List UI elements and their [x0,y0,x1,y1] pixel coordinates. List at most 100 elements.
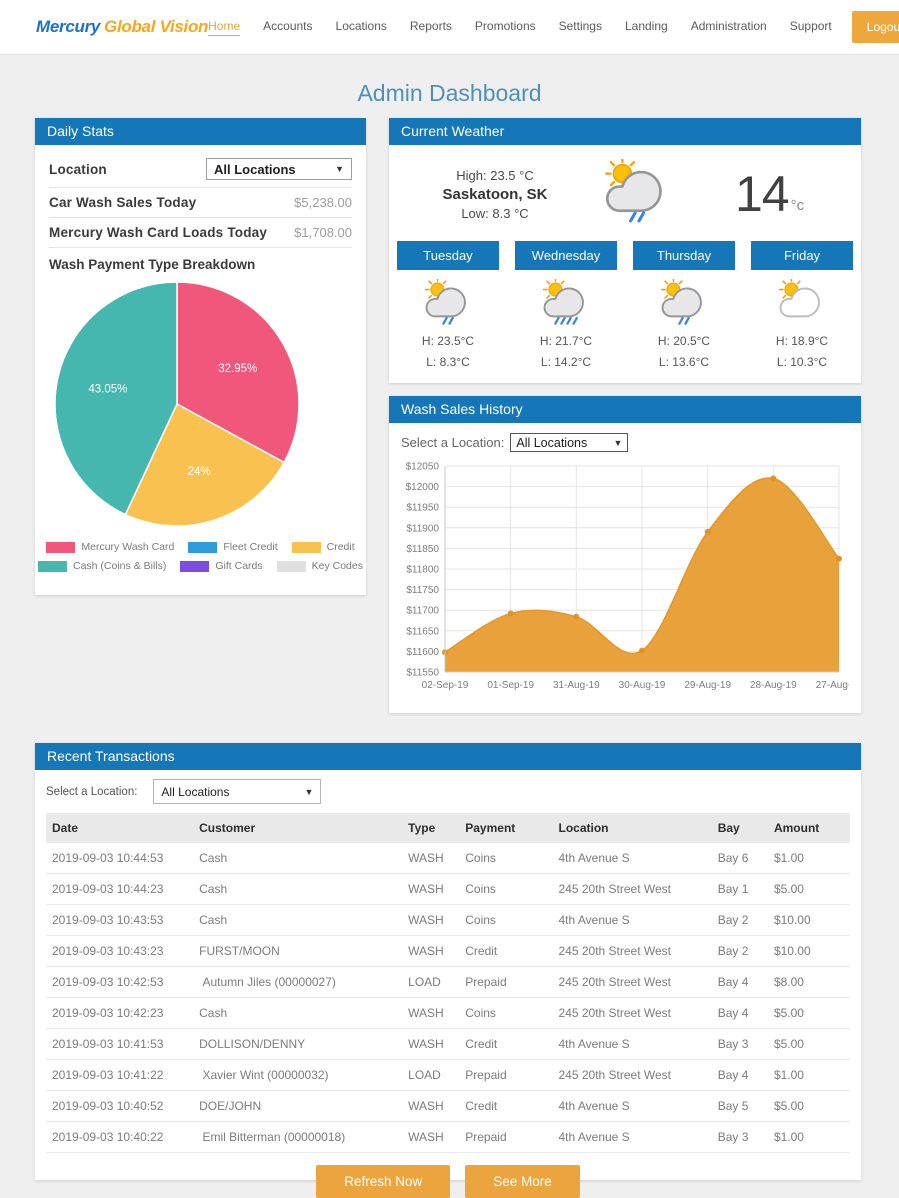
table-cell: 245 20th Street West [553,936,712,967]
table-cell: 2019-09-03 10:44:53 [46,843,193,874]
svg-text:32.95%: 32.95% [218,363,257,375]
current-temperature: 14 °c [735,172,804,216]
legend-item: Gift Cards [180,560,262,572]
forecast-day-column: Wednesday H: 21.7°C L: 14.2°C [507,241,625,373]
daily-stats-location-value: All Locations [214,162,296,177]
transactions-table-body: 2019-09-03 10:44:53CashWASHCoins4th Aven… [46,843,850,1153]
stat-row-car-wash-sales: Car Wash Sales Today $5,238.00 [49,188,352,218]
wash-sales-location-select[interactable]: All Locations ▼ [510,433,628,452]
table-header-row: DateCustomerTypePaymentLocationBayAmount [46,813,850,843]
weather-city: Saskatoon, SK [415,185,575,204]
nav-item-support[interactable]: Support [790,19,832,35]
nav-item-promotions[interactable]: Promotions [475,19,536,35]
daily-stats-location-select[interactable]: All Locations ▼ [206,158,352,180]
svg-text:$12000: $12000 [406,482,440,493]
weather-low: Low: 8.3 °C [415,204,575,223]
table-cell: Credit [459,1029,552,1060]
forecast-high: H: 21.7°C [540,331,592,352]
forecast-weather-icon [422,279,474,331]
table-cell: WASH [402,936,459,967]
current-temp-unit: °c [791,197,805,214]
wash-sales-area-chart: $11550$11600$11650$11700$11750$11800$118… [401,458,849,700]
forecast-row: Tuesday H: 23.5°C L: 8.3°C Wednesday H: … [389,239,861,373]
table-cell: Credit [459,936,552,967]
svg-text:$11750: $11750 [406,585,439,596]
legend-swatch [46,542,75,553]
legend-item: Cash (Coins & Bills) [38,560,166,572]
table-row: 2019-09-03 10:43:53CashWASHCoins4th Aven… [46,905,850,936]
legend-item: Mercury Wash Card [46,541,174,553]
svg-text:$11900: $11900 [406,523,439,534]
dropdown-caret-icon: ▼ [335,164,344,174]
table-cell: Cash [193,905,402,936]
nav-item-reports[interactable]: Reports [410,19,452,35]
legend-item: Key Codes [277,560,363,572]
transactions-location-select[interactable]: All Locations ▼ [153,779,321,804]
forecast-day-column: Friday H: 18.9°C L: 10.3°C [743,241,861,373]
table-cell: $1.00 [768,1122,850,1153]
table-cell: $10.00 [768,905,850,936]
transactions-table: DateCustomerTypePaymentLocationBayAmount… [46,813,850,1153]
table-cell: $10.00 [768,936,850,967]
forecast-low: L: 14.2°C [541,352,591,373]
forecast-day-button[interactable]: Wednesday [515,241,617,270]
dropdown-caret-icon: ▼ [613,438,622,448]
table-cell: Coins [459,998,552,1029]
nav-item-locations[interactable]: Locations [336,19,387,35]
forecast-weather-icon [540,279,592,331]
refresh-now-button[interactable]: Refresh Now [316,1165,450,1198]
forecast-day-button[interactable]: Friday [751,241,853,270]
svg-text:31-Aug-19: 31-Aug-19 [553,680,600,691]
transactions-location-value: All Locations [161,785,229,799]
nav-item-administration[interactable]: Administration [691,19,767,35]
table-cell: 4th Avenue S [553,1091,712,1122]
column-header-payment: Payment [459,813,552,843]
legend-row: Mercury Wash Card Fleet Credit Credit [49,541,352,553]
transactions-select-label: Select a Location: [46,786,137,798]
table-cell: 2019-09-03 10:43:23 [46,936,193,967]
table-cell: FURST/MOON [193,936,402,967]
forecast-high: H: 20.5°C [658,331,710,352]
nav-item-accounts[interactable]: Accounts [263,19,312,35]
table-row: 2019-09-03 10:43:23FURST/MOONWASHCredit2… [46,936,850,967]
daily-stats-panel: Daily Stats Location All Locations ▼ Car… [35,118,366,595]
table-cell: $5.00 [768,1091,850,1122]
table-row: 2019-09-03 10:41:22 Xavier Wint (0000003… [46,1060,850,1091]
table-cell: WASH [402,1091,459,1122]
svg-text:30-Aug-19: 30-Aug-19 [619,680,666,691]
legend-label: Mercury Wash Card [81,541,174,553]
forecast-day-button[interactable]: Tuesday [397,241,499,270]
nav-item-home[interactable]: Home [208,19,240,36]
forecast-high: H: 18.9°C [776,331,828,352]
app-logo[interactable]: MercuryGlobal Vision [36,17,208,37]
svg-text:$11850: $11850 [406,544,439,555]
table-cell: 245 20th Street West [553,1060,712,1091]
legend-label: Credit [327,541,355,553]
table-cell: Bay 1 [712,874,768,905]
column-header-amount: Amount [768,813,850,843]
table-cell: WASH [402,1029,459,1060]
table-cell: 245 20th Street West [553,998,712,1029]
table-cell: Prepaid [459,967,552,998]
table-cell: 2019-09-03 10:43:53 [46,905,193,936]
stat-value: $5,238.00 [294,195,352,210]
svg-text:28-Aug-19: 28-Aug-19 [750,680,797,691]
table-cell: 2019-09-03 10:44:23 [46,874,193,905]
legend-label: Fleet Credit [223,541,277,553]
recent-transactions-panel: Recent Transactions Select a Location: A… [35,743,861,1180]
table-cell: Xavier Wint (00000032) [193,1060,402,1091]
transactions-header: Recent Transactions [35,743,861,770]
table-cell: $1.00 [768,1060,850,1091]
current-weather-sun-rain-cloud-icon [601,159,673,229]
table-cell: LOAD [402,1060,459,1091]
table-cell: $8.00 [768,967,850,998]
legend-item: Credit [292,541,355,553]
table-cell: WASH [402,843,459,874]
wash-sales-select-label: Select a Location: [401,435,504,450]
nav-item-landing[interactable]: Landing [625,19,668,35]
forecast-day-button[interactable]: Thursday [633,241,735,270]
logout-button[interactable]: Logout [852,11,899,43]
nav-item-settings[interactable]: Settings [559,19,602,35]
see-more-button[interactable]: See More [465,1165,580,1198]
table-cell: Coins [459,843,552,874]
